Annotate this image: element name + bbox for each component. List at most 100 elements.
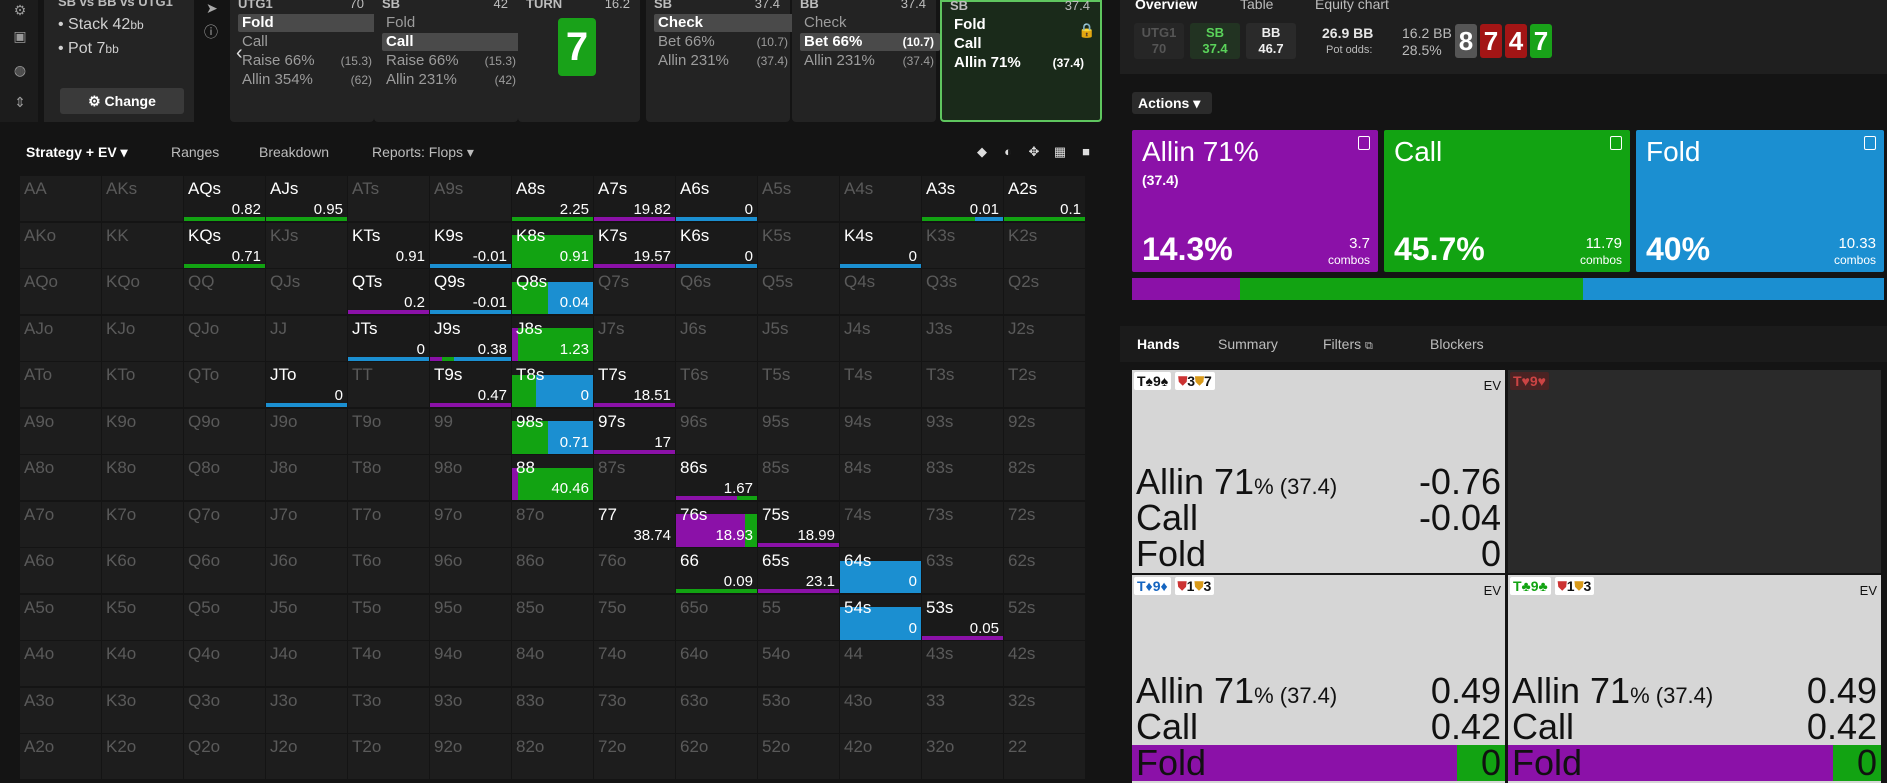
action-option[interactable]: Allin 354% (62) <box>238 71 378 89</box>
range-cell-J6o[interactable]: J6o <box>266 548 348 594</box>
action-column-2[interactable]: TURN 16.2 7 <box>518 0 640 122</box>
range-cell-94s[interactable]: 94s <box>840 408 922 455</box>
range-cell-44[interactable]: 44 <box>840 641 922 687</box>
range-cell-AA[interactable]: AA <box>20 176 102 222</box>
range-cell-AKo[interactable]: AKo <box>20 222 102 269</box>
grid-view-icon[interactable]: ▦ <box>1050 142 1070 162</box>
range-cell-K5o[interactable]: K5o <box>102 594 184 641</box>
range-cell-T2s[interactable]: T2s <box>1004 362 1086 408</box>
range-cell-K7o[interactable]: K7o <box>102 501 184 548</box>
cube-icon[interactable]: ◆ <box>972 142 992 162</box>
tab-table[interactable]: Table <box>1240 0 1273 12</box>
range-cell-K9o[interactable]: K9o <box>102 408 184 455</box>
range-cell-A9o[interactable]: A9o <box>20 408 102 455</box>
range-cell-85s[interactable]: 85s <box>758 455 840 501</box>
range-cell-JTo[interactable]: JTo 0 <box>266 362 348 408</box>
range-cell-JJ[interactable]: JJ <box>266 315 348 362</box>
range-cell-T7s[interactable]: T7s 18.51 <box>594 362 676 408</box>
range-cell-KTs[interactable]: KTs 0.91 <box>348 222 430 269</box>
range-cell-43s[interactable]: 43s <box>922 641 1004 687</box>
range-cell-42s[interactable]: 42s <box>1004 641 1086 687</box>
range-cell-Q3s[interactable]: Q3s <box>922 269 1004 315</box>
action-column-1[interactable]: SB 42 Fold Call Raise 66% (15.3) Allin 231% (42… <box>374 0 522 122</box>
actions-dropdown[interactable]: Actions ▾ <box>1132 92 1212 114</box>
range-cell-83s[interactable]: 83s <box>922 455 1004 501</box>
range-cell-72o[interactable]: 72o <box>594 734 676 780</box>
range-cell-32o[interactable]: 32o <box>922 734 1004 780</box>
range-cell-T4s[interactable]: T4s <box>840 362 922 408</box>
tab-blockers[interactable]: Blockers <box>1430 336 1484 352</box>
action-option[interactable]: Call <box>382 33 522 51</box>
tab-breakdown[interactable]: Breakdown <box>259 144 329 160</box>
range-cell-92s[interactable]: 92s <box>1004 408 1086 455</box>
range-cell-K7s[interactable]: K7s 19.57 <box>594 222 676 269</box>
range-cell-T4o[interactable]: T4o <box>348 641 430 687</box>
range-cell-53o[interactable]: 53o <box>758 687 840 734</box>
range-cell-43o[interactable]: 43o <box>840 687 922 734</box>
strategy-ev-dropdown[interactable]: Strategy + EV ▾ <box>26 144 128 161</box>
arrow-right-icon[interactable]: ➤ <box>206 0 218 17</box>
range-cell-AKs[interactable]: AKs <box>102 176 184 222</box>
range-cell-T3o[interactable]: T3o <box>348 687 430 734</box>
range-cell-22[interactable]: 22 <box>1004 734 1086 780</box>
range-cell-J9o[interactable]: J9o <box>266 408 348 455</box>
range-cell-32s[interactable]: 32s <box>1004 687 1086 734</box>
range-cell-J3o[interactable]: J3o <box>266 687 348 734</box>
range-cell-Q5s[interactable]: Q5s <box>758 269 840 315</box>
range-cell-AJo[interactable]: AJo <box>20 315 102 362</box>
lock-icon[interactable]: 🔒 <box>1078 22 1095 39</box>
range-cell-K4s[interactable]: K4s 0 <box>840 222 922 269</box>
range-cell-96o[interactable]: 96o <box>430 548 512 594</box>
range-cell-99[interactable]: 99 <box>430 408 512 455</box>
range-cell-65s[interactable]: 65s 23.1 <box>758 548 840 594</box>
range-cell-95o[interactable]: 95o <box>430 594 512 641</box>
expand-icon[interactable]: ⇕ <box>12 94 28 110</box>
range-cell-82s[interactable]: 82s <box>1004 455 1086 501</box>
range-cell-T8o[interactable]: T8o <box>348 455 430 501</box>
range-cell-J7o[interactable]: J7o <box>266 501 348 548</box>
range-cell-KK[interactable]: KK <box>102 222 184 269</box>
range-cell-A3s[interactable]: A3s 0.01 <box>922 176 1004 222</box>
range-cell-87s[interactable]: 87s <box>594 455 676 501</box>
range-cell-A9s[interactable]: A9s <box>430 176 512 222</box>
range-cell-A8s[interactable]: A8s 2.25 <box>512 176 594 222</box>
range-cell-Q9s[interactable]: Q9s -0.01 <box>430 269 512 315</box>
range-cell-87o[interactable]: 87o <box>512 501 594 548</box>
range-cell-ATo[interactable]: ATo <box>20 362 102 408</box>
range-cell-A2o[interactable]: A2o <box>20 734 102 780</box>
range-cell-63s[interactable]: 63s <box>922 548 1004 594</box>
range-cell-96s[interactable]: 96s <box>676 408 758 455</box>
range-cell-Q6s[interactable]: Q6s <box>676 269 758 315</box>
range-cell-J9s[interactable]: J9s 0.38 <box>430 315 512 362</box>
range-cell-K3s[interactable]: K3s <box>922 222 1004 269</box>
range-cell-J2o[interactable]: J2o <box>266 734 348 780</box>
range-cell-Q2o[interactable]: Q2o <box>184 734 266 780</box>
range-cell-KJs[interactable]: KJs <box>266 222 348 269</box>
range-cell-T9o[interactable]: T9o <box>348 408 430 455</box>
range-cell-53s[interactable]: 53s 0.05 <box>922 594 1004 641</box>
tab-overview[interactable]: Overview <box>1135 0 1197 12</box>
square-view-icon[interactable]: ■ <box>1076 142 1096 162</box>
action-option[interactable]: Allin 231% (42) <box>382 71 522 89</box>
gamepad-icon[interactable]: ◍ <box>12 62 28 78</box>
range-cell-92o[interactable]: 92o <box>430 734 512 780</box>
change-button[interactable]: ⚙ Change <box>60 88 184 114</box>
action-column-4[interactable]: BB 37.4 Check Bet 66% (10.7) Allin 231% (37.4) <box>792 0 940 122</box>
hand-card-3[interactable]: T♣9♣ ⛊ 1 ⛊ 3 EV Allin 71% (37.4) 0.49 Call 0.42 Fo… <box>1508 575 1881 783</box>
action-box-1[interactable]: Call 45.7% 11.79 combos <box>1384 130 1630 272</box>
range-cell-JTs[interactable]: JTs 0 <box>348 315 430 362</box>
range-cell-85o[interactable]: 85o <box>512 594 594 641</box>
range-cell-K3o[interactable]: K3o <box>102 687 184 734</box>
range-cell-97o[interactable]: 97o <box>430 501 512 548</box>
range-cell-A4s[interactable]: A4s <box>840 176 922 222</box>
range-cell-KQo[interactable]: KQo <box>102 269 184 315</box>
range-cell-86o[interactable]: 86o <box>512 548 594 594</box>
action-option[interactable]: Fold <box>950 16 1090 34</box>
range-cell-J5o[interactable]: J5o <box>266 594 348 641</box>
range-cell-97s[interactable]: 97s 17 <box>594 408 676 455</box>
range-cell-J8o[interactable]: J8o <box>266 455 348 501</box>
range-cell-QTo[interactable]: QTo <box>184 362 266 408</box>
range-cell-83o[interactable]: 83o <box>512 687 594 734</box>
hand-card-2[interactable]: T♦9♦ ⛊ 1 ⛊ 3 EV Allin 71% (37.4) 0.49 Call 0.42 Fo… <box>1132 575 1505 783</box>
range-cell-QJs[interactable]: QJs <box>266 269 348 315</box>
